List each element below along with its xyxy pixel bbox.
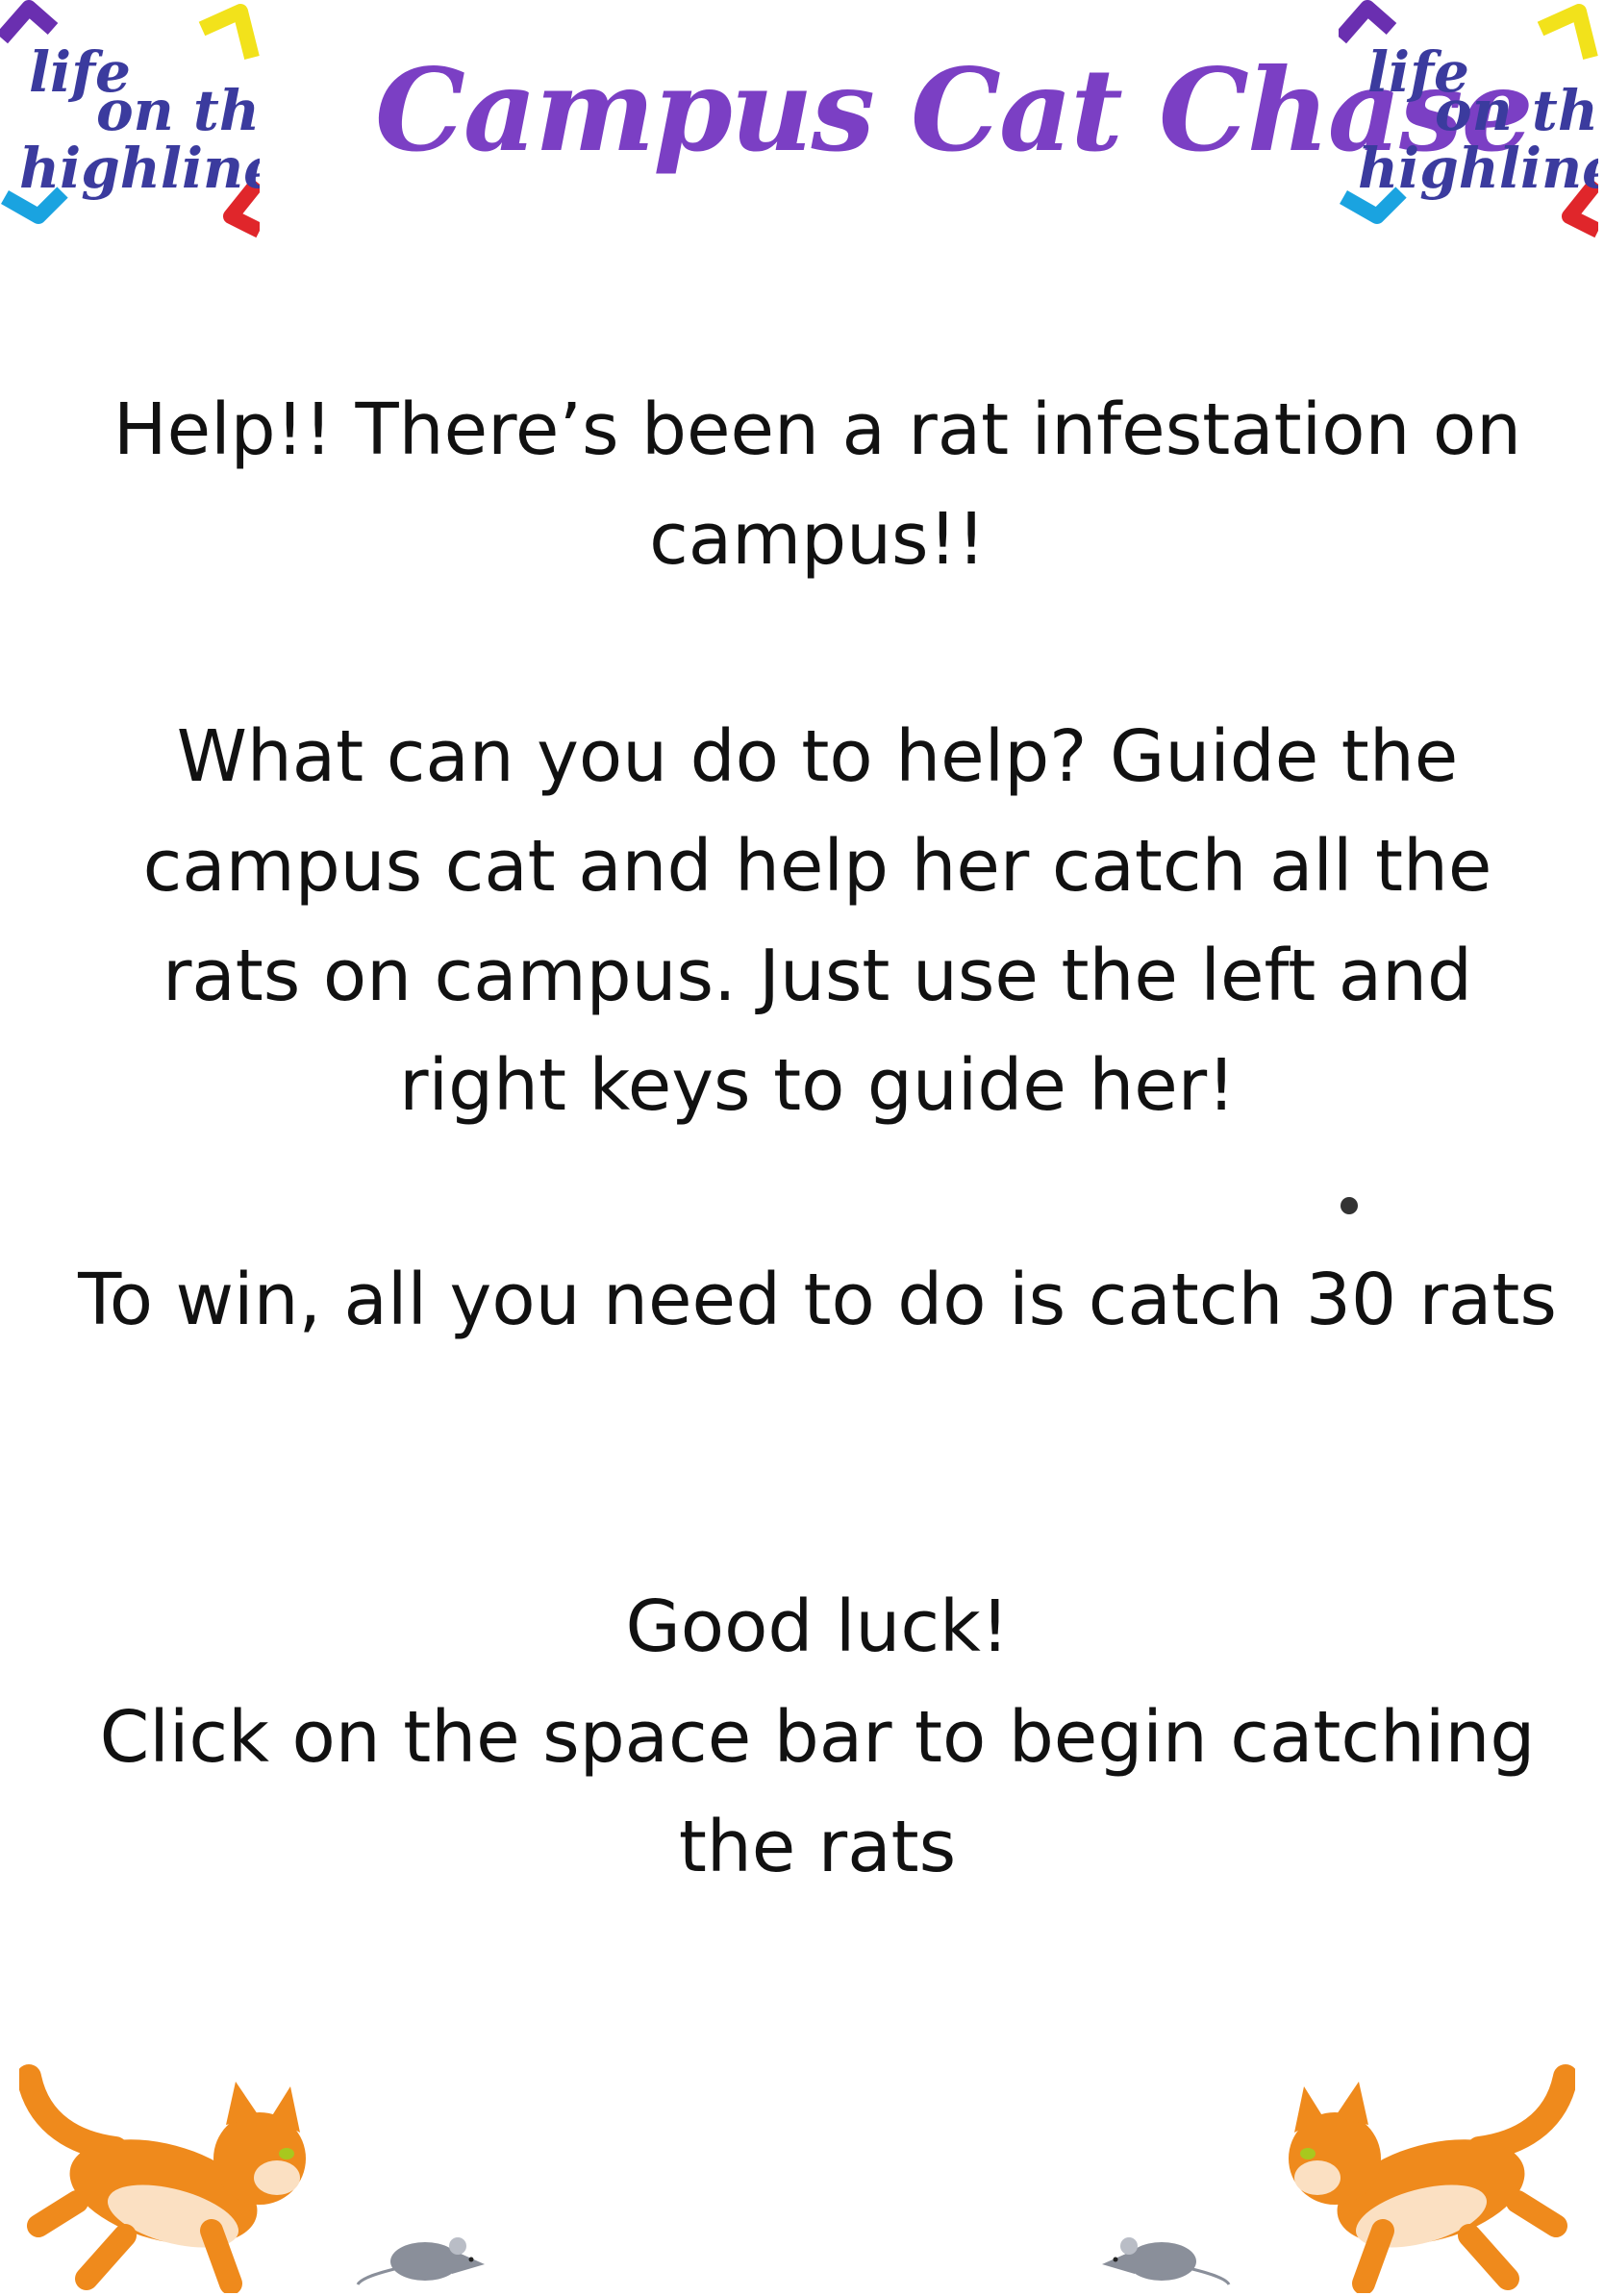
running-cat-left — [19, 2058, 308, 2293]
start-instruction-text: Click on the space bar to begin catching… — [99, 1696, 1536, 1888]
life-on-the-highline-logo-right: life on the highline — [1339, 0, 1598, 240]
rat-left — [356, 2221, 490, 2286]
logo-text-highline: highline — [19, 136, 260, 201]
how-to-play-text: What can you do to help? Guide the campu… — [142, 715, 1492, 1127]
logo-text-on-the: on the — [96, 78, 260, 143]
logo-icon: life on the highline — [0, 0, 260, 238]
logo-icon: life on the highline — [1339, 0, 1598, 238]
rat-icon — [1102, 2237, 1231, 2285]
rat-icon — [356, 2237, 485, 2285]
logo-text-on-the: on the — [1435, 78, 1598, 143]
intro-text: Help!! There’s been a rat infestation on… — [113, 388, 1522, 581]
page-title: Campus Cat Chase — [375, 43, 1534, 177]
running-cat-right — [1287, 2058, 1575, 2293]
win-condition-text: To win, all you need to do is catch 30 r… — [78, 1259, 1557, 1341]
logo-text-highline: highline — [1358, 136, 1598, 201]
stray-dot — [1341, 1197, 1358, 1214]
life-on-the-highline-logo-left: life on the highline — [0, 0, 260, 240]
rat-right — [1096, 2221, 1231, 2286]
good-luck-text: Good luck! — [625, 1585, 1010, 1668]
running-cat-icon — [19, 2064, 306, 2293]
running-cat-icon — [1289, 2064, 1575, 2293]
